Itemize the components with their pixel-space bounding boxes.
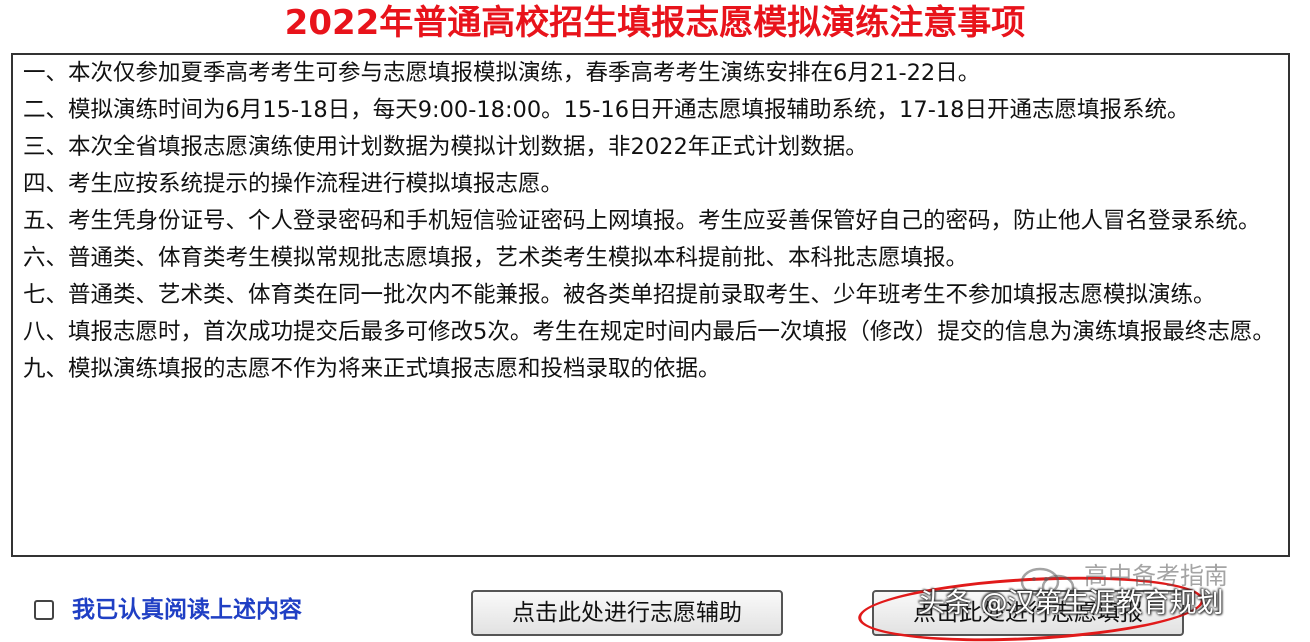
agree-checkbox-label[interactable]: 我已认真阅读上述内容	[72, 594, 302, 626]
notice-item-4: 四、考生应按系统提示的操作流程进行模拟填报志愿。	[23, 171, 564, 197]
notice-item-1: 一、本次仅参加夏季高考考生可参与志愿填报模拟演练，春季高考考生演练安排在6月21…	[23, 60, 981, 86]
volunteer-assist-button[interactable]: 点击此处进行志愿辅助	[471, 590, 783, 636]
notice-item-2: 二、模拟演练时间为6月15-18日，每天9:00-18:00。15-16日开通志…	[23, 97, 1190, 123]
notice-item-6: 六、普通类、体育类考生模拟常规批志愿填报，艺术类考生模拟本科提前批、本科批志愿填…	[23, 245, 969, 271]
notice-item-5: 五、考生凭身份证号、个人登录密码和手机短信验证密码上网填报。考生应妥善保管好自己…	[23, 208, 1261, 234]
notice-box: 一、本次仅参加夏季高考考生可参与志愿填报模拟演练，春季高考考生演练安排在6月21…	[11, 53, 1290, 557]
watermark: 高中备考指南 头条 @汉第生涯教育规划	[918, 560, 1310, 642]
notice-item-8: 八、填报志愿时，首次成功提交后最多可修改5次。考生在规定时间内最后一次填报（修改…	[23, 319, 1275, 345]
notice-item-7: 七、普通类、艺术类、体育类在同一批次内不能兼报。被各类单招提前录取考生、少年班考…	[23, 282, 1216, 308]
notice-item-3: 三、本次全省填报志愿演练使用计划数据为模拟计划数据，非2022年正式计划数据。	[23, 134, 868, 160]
footer-bar: 我已认真阅读上述内容 点击此处进行志愿辅助 点击此处进行志愿填报 高中备考指南 …	[0, 560, 1310, 642]
page-title: 2022年普通高校招生填报志愿模拟演练注意事项	[284, 3, 1026, 43]
watermark-bottom-text: 头条 @汉第生涯教育规划	[918, 588, 1224, 619]
notice-item-9: 九、模拟演练填报的志愿不作为将来正式填报志愿和投档录取的依据。	[23, 356, 721, 382]
agree-checkbox[interactable]	[34, 600, 54, 620]
